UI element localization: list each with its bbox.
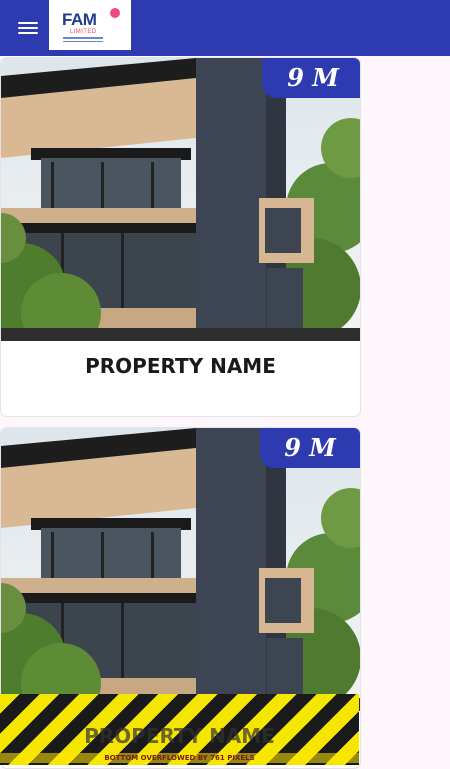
logo-brand: FAM	[62, 10, 97, 29]
logo-tagline-graphic	[63, 37, 103, 44]
price-text: 9 M	[284, 433, 336, 462]
property-name: PROPERTY NAME	[85, 354, 276, 378]
hamburger-menu-icon[interactable]	[18, 20, 38, 36]
logo-dot-icon	[110, 8, 120, 18]
price-badge: 9 M	[260, 428, 360, 468]
company-logo[interactable]: FAM LIMITED	[49, 0, 131, 50]
overflow-warning-stripe: PROPERTY NAME BOTTOM OVERFLOWED BY 761 P…	[0, 694, 359, 765]
overflow-warning-text: BOTTOM OVERFLOWED BY 761 PIXELS	[0, 753, 359, 763]
price-badge: 9 M	[262, 58, 360, 98]
logo-subtitle: LIMITED	[70, 29, 97, 35]
property-name: PROPERTY NAME	[84, 724, 275, 748]
property-card[interactable]: 9 M PROPERTY NAME	[0, 57, 361, 417]
property-photo	[1, 428, 360, 711]
price-text: 9 M	[287, 63, 339, 92]
property-photo	[1, 58, 360, 341]
app-bar: FAM LIMITED	[0, 0, 450, 56]
